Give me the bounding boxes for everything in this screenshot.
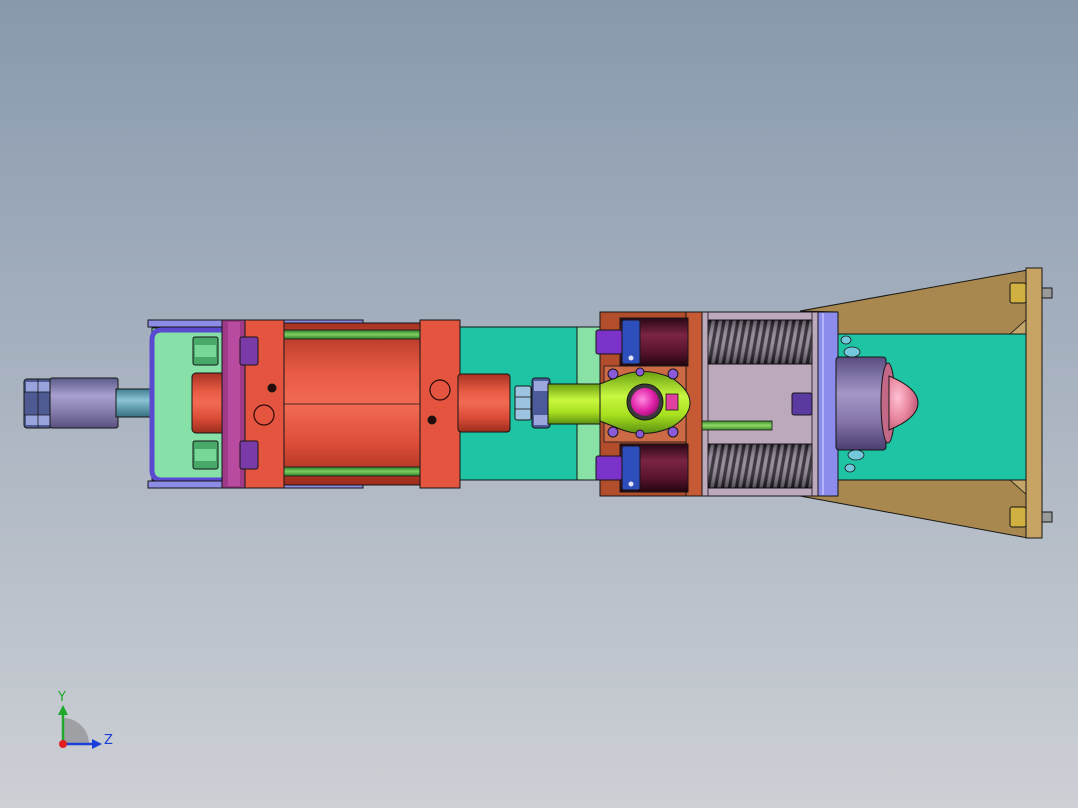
screw[interactable] bbox=[607, 368, 619, 380]
bracket-bolt-lower[interactable] bbox=[192, 440, 219, 470]
spring-shade bbox=[708, 320, 812, 364]
tie-rod-upper[interactable] bbox=[283, 329, 421, 340]
guide-rod[interactable] bbox=[701, 420, 773, 431]
flange-plate-face bbox=[228, 322, 240, 486]
clip-lower-small bbox=[844, 463, 856, 473]
small-nut-body bbox=[514, 385, 532, 421]
triad-origin bbox=[59, 740, 67, 748]
bolt-face bbox=[195, 345, 216, 357]
bracket-bolt-upper[interactable] bbox=[192, 336, 219, 366]
bolt-face bbox=[195, 449, 216, 461]
front-rod-boss[interactable] bbox=[457, 373, 511, 433]
compression-spring-lower[interactable] bbox=[707, 443, 813, 489]
front-end-cap[interactable] bbox=[419, 319, 461, 489]
rod-end-cylinder[interactable] bbox=[49, 377, 119, 429]
screw[interactable] bbox=[607, 426, 619, 438]
press-head-body[interactable] bbox=[835, 356, 887, 451]
bushing-bolt[interactable] bbox=[595, 329, 623, 355]
screw[interactable] bbox=[667, 426, 679, 438]
cad-viewport[interactable]: Y Z bbox=[0, 0, 1078, 808]
end-mounting-plate[interactable] bbox=[1025, 267, 1043, 539]
flange-bolt-lower[interactable] bbox=[239, 440, 259, 470]
compression-spring-upper[interactable] bbox=[707, 319, 813, 365]
clevis-pin[interactable] bbox=[631, 388, 659, 416]
clip-lower[interactable] bbox=[847, 449, 865, 461]
clip-upper[interactable] bbox=[843, 346, 861, 358]
lock-nut-small[interactable] bbox=[514, 385, 532, 421]
center-hex-nut[interactable] bbox=[791, 392, 813, 416]
screw[interactable] bbox=[667, 368, 679, 380]
screw[interactable] bbox=[635, 367, 645, 377]
bolt-stud bbox=[1041, 511, 1053, 523]
bushing-bolt[interactable] bbox=[595, 455, 623, 481]
rod-hex-nut[interactable] bbox=[531, 377, 551, 429]
bolt-head bbox=[1009, 506, 1027, 528]
bushing-dot bbox=[628, 481, 634, 487]
front-cap-port bbox=[427, 415, 437, 425]
rod-nut-face-top bbox=[534, 381, 548, 391]
rod-eye-shank[interactable] bbox=[547, 383, 605, 425]
pin-retainer[interactable] bbox=[665, 393, 679, 411]
screw[interactable] bbox=[635, 429, 645, 439]
z-axis-label: Z bbox=[104, 733, 113, 748]
bushing-dot bbox=[628, 355, 634, 361]
blue-pressure-plate[interactable] bbox=[817, 311, 839, 497]
tie-rod-lower[interactable] bbox=[283, 466, 421, 477]
clip-upper-small bbox=[840, 335, 852, 345]
rod-nut-face-bottom bbox=[534, 415, 548, 425]
spring-shade bbox=[708, 444, 812, 488]
clevis[interactable] bbox=[599, 371, 691, 434]
y-axis-label: Y bbox=[57, 690, 66, 705]
bolt-head bbox=[1009, 282, 1027, 304]
rear-rod-boss[interactable] bbox=[191, 372, 227, 434]
left-hex-nut[interactable] bbox=[23, 378, 53, 429]
bolt-stud bbox=[1041, 287, 1053, 299]
rear-cap-port bbox=[267, 383, 277, 393]
flange-bolt-upper[interactable] bbox=[239, 336, 259, 366]
